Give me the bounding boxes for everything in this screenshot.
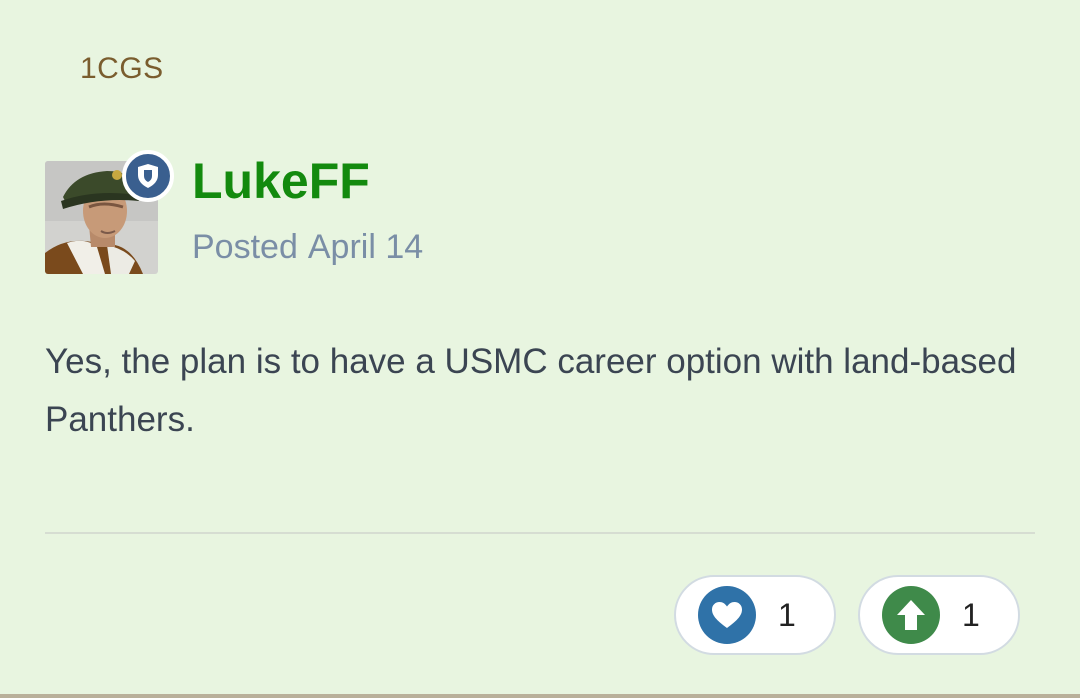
divider xyxy=(45,532,1035,534)
posted-date-link[interactable]: April 14 xyxy=(308,228,423,266)
group-tag: 1CGS xyxy=(80,52,164,85)
post-timestamp: Posted April 14 xyxy=(192,228,423,267)
shield-icon xyxy=(138,164,158,188)
author-badge xyxy=(122,150,174,202)
like-reaction-button[interactable]: 1 xyxy=(674,575,836,655)
posted-label: Posted xyxy=(192,228,298,266)
heart-icon xyxy=(698,586,756,644)
upvote-count: 1 xyxy=(962,596,980,633)
bottom-border xyxy=(0,694,1080,698)
author-name-link[interactable]: LukeFF xyxy=(192,156,370,206)
post-body: Yes, the plan is to have a USMC career o… xyxy=(45,342,1017,439)
like-count: 1 xyxy=(778,596,796,633)
arrow-up-icon xyxy=(882,586,940,644)
upvote-reaction-button[interactable]: 1 xyxy=(858,575,1020,655)
